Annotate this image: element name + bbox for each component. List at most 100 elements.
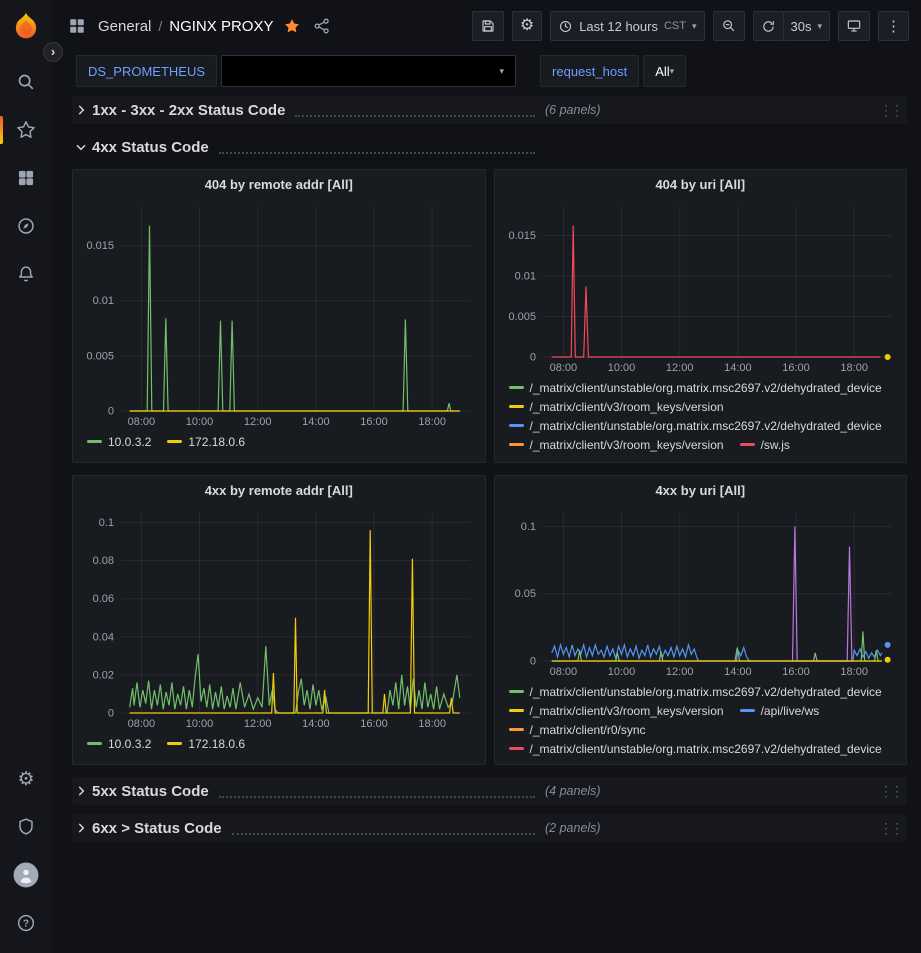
svg-text:0.05: 0.05 xyxy=(514,588,535,600)
drag-handle-icon[interactable]: ⋮⋮ xyxy=(879,102,907,119)
refresh-interval-dropdown[interactable]: 30s ▾ xyxy=(784,11,831,41)
row-panel-count: (2 panels) xyxy=(545,821,601,835)
panel-404-by-remote-addr: 404 by remote addr [All] 08:0010:0012:00… xyxy=(72,169,486,463)
dotted-leader xyxy=(232,822,535,835)
legend-item[interactable]: /_matrix/client/v3/room_keys/version xyxy=(509,702,724,721)
panel-title[interactable]: 4xx by uri [All] xyxy=(495,476,907,505)
dashboard-row-5xx[interactable]: 5xx Status Code (4 panels) ⋮⋮ xyxy=(72,777,907,805)
kebab-icon: ⋮ xyxy=(886,17,901,35)
panel-grid-row-1: 404 by remote addr [All] 08:0010:0012:00… xyxy=(72,169,907,463)
time-range-picker[interactable]: Last 12 hours CST ▾ xyxy=(550,11,704,41)
chart-4xx-by-uri[interactable]: 08:0010:0012:0014:0016:0018:0000.050.1 xyxy=(501,505,900,681)
sidebar-item-alerting[interactable] xyxy=(0,250,52,298)
shield-icon xyxy=(15,816,37,838)
legend-item[interactable]: /sw.js xyxy=(740,436,790,453)
sidebar-item-server-admin[interactable] xyxy=(0,803,52,851)
svg-text:0: 0 xyxy=(529,352,535,364)
grafana-logo-icon[interactable] xyxy=(9,10,43,44)
row-panel-count: (4 panels) xyxy=(545,784,601,798)
dashboard-row-6xx[interactable]: 6xx > Status Code (2 panels) ⋮⋮ xyxy=(72,814,907,842)
variable-value-datasource[interactable]: ▾ xyxy=(221,55,516,87)
legend-item[interactable]: /_matrix/client/unstable/org.matrix.msc2… xyxy=(509,417,882,436)
sidebar-expand-button[interactable]: › xyxy=(43,42,63,62)
legend-item[interactable]: 10.0.3.2 xyxy=(87,433,151,452)
sidebar-item-help[interactable]: ? xyxy=(0,899,52,947)
zoom-out-time-button[interactable] xyxy=(713,11,745,41)
variable-value-request-host[interactable]: All ▾ xyxy=(643,55,686,87)
gear-icon: ⚙ xyxy=(520,18,534,34)
sidebar-item-dashboards[interactable] xyxy=(0,154,52,202)
request-host-value: All xyxy=(655,64,669,79)
cycle-view-mode-button[interactable] xyxy=(838,11,870,41)
row-title: 5xx Status Code xyxy=(92,783,209,800)
kebab-menu-button[interactable]: ⋮ xyxy=(878,11,909,41)
chart-4xx-by-remote-addr[interactable]: 08:0010:0012:0014:0016:0018:0000.020.040… xyxy=(79,505,478,733)
legend-item[interactable]: /api/live/ws xyxy=(740,702,820,721)
grafana-app: ⚙ ? › xyxy=(0,0,921,953)
sidebar-item-configuration[interactable]: ⚙ xyxy=(0,755,52,803)
drag-handle-icon[interactable]: ⋮⋮ xyxy=(879,820,907,837)
share-button[interactable] xyxy=(311,15,333,37)
panel-title[interactable]: 404 by uri [All] xyxy=(495,170,907,199)
star-icon xyxy=(15,119,37,141)
breadcrumb-section[interactable]: General xyxy=(98,18,151,35)
bell-icon xyxy=(15,263,37,285)
dashboard-row-1xx-3xx-2xx[interactable]: 1xx - 3xx - 2xx Status Code (6 panels) ⋮… xyxy=(72,96,907,124)
row-panel-count: (6 panels) xyxy=(545,103,601,117)
sidebar-item-profile[interactable] xyxy=(0,851,52,899)
legend-item[interactable]: 172.18.0.6 xyxy=(167,433,245,452)
breadcrumb-dashboard-title[interactable]: NGINX PROXY xyxy=(169,18,273,35)
chart-legend: /_matrix/client/unstable/org.matrix.msc2… xyxy=(495,377,907,453)
chevron-right-icon xyxy=(74,784,88,798)
chart-404-by-remote-addr[interactable]: 08:0010:0012:0014:0016:0018:0000.0050.01… xyxy=(79,199,478,431)
variable-label-request-host[interactable]: request_host xyxy=(540,55,639,87)
top-navbar: General / NGINX PROXY xyxy=(52,0,921,52)
svg-text:10:00: 10:00 xyxy=(186,416,214,428)
save-dashboard-button[interactable] xyxy=(472,11,504,41)
sidebar-item-starred[interactable] xyxy=(0,106,52,154)
svg-text:14:00: 14:00 xyxy=(302,718,330,730)
svg-text:18:00: 18:00 xyxy=(840,666,868,678)
chart-404-by-uri[interactable]: 08:0010:0012:0014:0016:0018:0000.0050.01… xyxy=(501,199,900,377)
variable-label-ds-prometheus[interactable]: DS_PROMETHEUS xyxy=(76,55,217,87)
main-area: General / NGINX PROXY xyxy=(52,0,921,953)
panel-title[interactable]: 4xx by remote addr [All] xyxy=(73,476,485,505)
svg-text:0.015: 0.015 xyxy=(86,240,114,252)
favorite-star-button[interactable] xyxy=(281,15,303,37)
svg-text:16:00: 16:00 xyxy=(360,416,388,428)
chevron-down-icon: ▾ xyxy=(500,66,505,77)
legend-item[interactable]: 10.0.3.2 xyxy=(87,735,151,754)
svg-text:0.08: 0.08 xyxy=(93,555,114,567)
sidebar-item-search[interactable] xyxy=(0,58,52,106)
monitor-icon xyxy=(846,18,862,34)
breadcrumb: General / NGINX PROXY xyxy=(98,18,273,35)
chevron-down-icon xyxy=(74,140,88,154)
panel-title[interactable]: 404 by remote addr [All] xyxy=(73,170,485,199)
dashboard-row-4xx[interactable]: 4xx Status Code xyxy=(72,133,907,161)
svg-text:0.015: 0.015 xyxy=(508,230,536,242)
legend-item[interactable]: /_matrix/client/unstable/org.matrix.msc2… xyxy=(509,379,882,398)
timezone-badge: CST xyxy=(664,20,686,32)
legend-item[interactable]: /_matrix/client/unstable/org.matrix.msc2… xyxy=(509,683,882,702)
refresh-interval-label: 30s xyxy=(791,19,812,34)
svg-text:12:00: 12:00 xyxy=(665,666,693,678)
legend-item[interactable]: /_matrix/client/v3/room_keys/version xyxy=(509,436,724,453)
help-circle-icon: ? xyxy=(15,912,37,934)
svg-text:0.005: 0.005 xyxy=(86,350,114,362)
svg-text:18:00: 18:00 xyxy=(840,362,868,374)
legend-item[interactable]: 172.18.0.6 xyxy=(167,735,245,754)
sidebar-item-explore[interactable] xyxy=(0,202,52,250)
refresh-button[interactable] xyxy=(753,11,784,41)
svg-text:12:00: 12:00 xyxy=(665,362,693,374)
drag-handle-icon[interactable]: ⋮⋮ xyxy=(879,783,907,800)
legend-item[interactable]: /_matrix/client/v3/room_keys/version xyxy=(509,398,724,417)
legend-item[interactable]: /_matrix/client/r0/sync xyxy=(509,721,646,740)
legend-item[interactable]: /_matrix/client/unstable/org.matrix.msc2… xyxy=(509,740,882,757)
chevron-down-icon: ▾ xyxy=(692,21,697,32)
svg-text:16:00: 16:00 xyxy=(782,362,810,374)
dashboard-variables-bar: DS_PROMETHEUS ▾ request_host All ▾ xyxy=(52,52,921,90)
dashboard-settings-button[interactable]: ⚙ xyxy=(512,11,542,41)
svg-text:0.04: 0.04 xyxy=(93,631,114,643)
chevron-down-icon: ▾ xyxy=(817,21,822,32)
chevron-down-icon: ▾ xyxy=(670,66,675,77)
